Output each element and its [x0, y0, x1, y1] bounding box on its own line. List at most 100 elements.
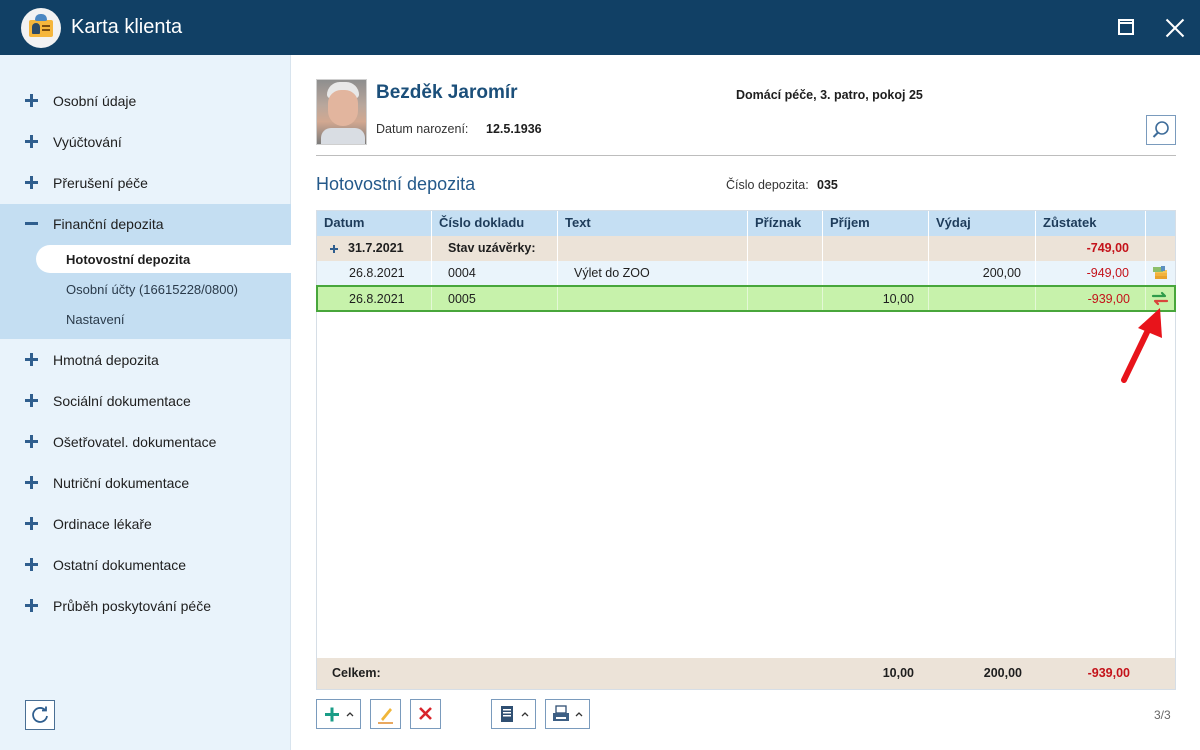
refresh-button[interactable]	[25, 700, 55, 730]
sidebar-item-osetrovatel-dokumentace[interactable]: Ošetřovatel. dokumentace	[0, 422, 291, 462]
deposit-number-label: Číslo depozita:	[726, 178, 809, 192]
table-row-selected[interactable]: 26.8.2021 0005 10,00 -939,00	[316, 285, 1176, 312]
sidebar-item-socialni-dokumentace[interactable]: Sociální dokumentace	[0, 381, 291, 421]
row-doc-number: 0005	[448, 292, 476, 306]
sidebar-item-label: Finanční depozita	[53, 216, 164, 232]
sidebar-item-osobni-udaje[interactable]: Osobní údaje	[0, 81, 291, 121]
plus-icon	[25, 435, 38, 448]
plus-icon	[25, 476, 38, 489]
sidebar-item-label: Průběh poskytování péče	[53, 598, 211, 614]
row-date: 26.8.2021	[349, 266, 405, 280]
section-title: Hotovostní depozita	[316, 174, 476, 194]
column-header-prijem[interactable]: Příjem	[823, 211, 929, 236]
page-indicator: 3/3	[1154, 708, 1171, 722]
sidebar-item-label: Sociální dokumentace	[53, 393, 191, 409]
group-label: Stav uzávěrky:	[448, 241, 536, 255]
sidebar-item-label: Osobní údaje	[53, 93, 137, 109]
group-balance: -749,00	[1086, 241, 1129, 255]
title-bar: Karta klienta	[0, 0, 1200, 55]
window-title: Karta klienta	[71, 16, 183, 38]
add-icon	[325, 707, 354, 722]
birth-date-label: Datum narození:	[376, 122, 469, 136]
sidebar-item-vyuctovani[interactable]: Vyúčtování	[0, 122, 291, 162]
table-total-row: Celkem: 10,00 200,00 -939,00	[317, 658, 1175, 689]
total-income: 10,00	[882, 666, 914, 680]
sidebar-item-label: Nutriční dokumentace	[53, 475, 190, 491]
sidebar-group-financni-depozita: Finanční depozita Hotovostní depozita Os…	[0, 204, 291, 339]
plus-icon	[25, 599, 38, 612]
sidebar-item-label: Ostatní dokumentace	[53, 557, 187, 573]
annotation-arrow	[1121, 308, 1162, 383]
plus-icon	[25, 176, 38, 189]
sidebar-subitem-hotovostni-depozita[interactable]: Hotovostní depozita	[36, 245, 291, 273]
group-date: 31.7.2021	[348, 241, 404, 255]
close-button[interactable]	[1163, 16, 1187, 40]
refresh-icon	[32, 706, 48, 723]
sidebar-item-label: Ošetřovatel. dokumentace	[53, 434, 217, 450]
sidebar: Osobní údaje Vyúčtování Přerušení péče F…	[0, 55, 291, 750]
print-button[interactable]	[545, 699, 590, 729]
sidebar-subitem-label: Hotovostní depozita	[66, 252, 191, 267]
document-icon	[501, 706, 529, 722]
expand-plus-icon[interactable]	[330, 245, 338, 253]
table-group-row[interactable]: 31.7.2021 Stav uzávěrky: -749,00	[317, 236, 1175, 261]
row-text: Výlet do ZOO	[574, 266, 650, 280]
search-button[interactable]	[1146, 115, 1176, 145]
plus-icon	[25, 94, 38, 107]
sidebar-subitem-label: Nastavení	[66, 312, 125, 327]
sidebar-item-financni-depozita[interactable]: Finanční depozita	[0, 204, 291, 244]
client-location: Domácí péče, 3. patro, pokoj 25	[736, 88, 923, 102]
row-doc-number: 0004	[448, 266, 476, 280]
header-divider	[316, 155, 1176, 156]
add-button[interactable]	[316, 699, 361, 729]
column-header-priznak[interactable]: Příznak	[748, 211, 823, 236]
delete-button[interactable]	[410, 699, 441, 729]
sidebar-item-label: Přerušení péče	[53, 175, 148, 191]
deposit-number-value: 035	[817, 178, 838, 192]
sidebar-item-prubeh-poskytovani-pece[interactable]: Průběh poskytování péče	[0, 586, 291, 626]
plus-icon	[25, 558, 38, 571]
total-expense: 200,00	[983, 666, 1022, 680]
client-name: Bezděk Jaromír	[376, 82, 518, 103]
sidebar-subitem-nastaveni[interactable]: Nastavení	[36, 305, 291, 333]
birth-date-value: 12.5.1936	[486, 122, 542, 136]
total-balance: -939,00	[1087, 666, 1130, 680]
search-icon	[1152, 121, 1169, 138]
column-header-zustatek[interactable]: Zůstatek	[1036, 211, 1146, 236]
sidebar-item-ostatni-dokumentace[interactable]: Ostatní dokumentace	[0, 545, 291, 585]
column-header-text[interactable]: Text	[558, 211, 748, 236]
sidebar-item-hmotna-depozita[interactable]: Hmotná depozita	[0, 340, 291, 380]
plus-icon	[25, 517, 38, 530]
delete-icon	[419, 707, 432, 720]
column-header-vydaj[interactable]: Výdaj	[929, 211, 1036, 236]
plus-icon	[25, 135, 38, 148]
sidebar-subitem-label: Osobní účty (16615228/0800)	[66, 282, 239, 297]
row-expense: 200,00	[982, 266, 1021, 280]
column-header-datum[interactable]: Datum	[317, 211, 432, 236]
sidebar-item-ordinace-lekare[interactable]: Ordinace lékaře	[0, 504, 291, 544]
row-income: 10,00	[882, 292, 914, 306]
sidebar-item-preruseni-pece[interactable]: Přerušení péče	[0, 163, 291, 203]
total-label: Celkem:	[332, 666, 381, 680]
plus-icon	[25, 394, 38, 407]
edit-button[interactable]	[370, 699, 401, 729]
table-row[interactable]: 26.8.2021 0004 Výlet do ZOO 200,00 -949,…	[317, 261, 1175, 286]
column-header-cislo-dokladu[interactable]: Číslo dokladu	[432, 211, 558, 236]
row-date: 26.8.2021	[349, 292, 405, 306]
sidebar-item-label: Hmotná depozita	[53, 352, 159, 368]
plus-icon	[25, 353, 38, 366]
client-photo	[316, 79, 367, 145]
sidebar-item-nutricni-dokumentace[interactable]: Nutriční dokumentace	[0, 463, 291, 503]
column-header-actions	[1146, 211, 1175, 236]
cash-icon[interactable]	[1146, 261, 1175, 285]
sidebar-subitem-osobni-ucty[interactable]: Osobní účty (16615228/0800)	[36, 275, 291, 303]
row-balance: -949,00	[1086, 266, 1129, 280]
maximize-button[interactable]	[1114, 16, 1138, 40]
print-icon	[553, 705, 583, 721]
client-card-icon	[21, 8, 61, 48]
table-header: Datum Číslo dokladu Text Příznak Příjem …	[317, 211, 1175, 236]
deposits-table: Datum Číslo dokladu Text Příznak Příjem …	[316, 210, 1176, 690]
sidebar-item-label: Vyúčtování	[53, 134, 122, 150]
document-button[interactable]	[491, 699, 536, 729]
minus-icon	[25, 217, 38, 230]
